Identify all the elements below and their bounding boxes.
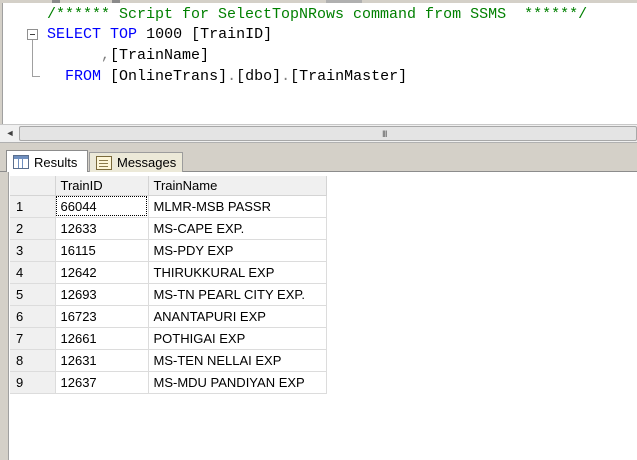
cell-trainname[interactable]: MS-TN PEARL CITY EXP.	[148, 283, 327, 306]
top-count: 1000	[146, 26, 183, 43]
row-number[interactable]: 1	[10, 195, 56, 218]
table-row[interactable]: 3 16115 MS-PDY EXP	[10, 239, 327, 262]
table-row[interactable]: 9 12637 MS-MDU PANDIYAN EXP	[10, 371, 327, 394]
scroll-left-arrow-icon[interactable]: ◄	[2, 125, 18, 142]
row-number[interactable]: 4	[10, 261, 56, 284]
outline-line	[32, 76, 40, 77]
editor-left-margin	[0, 3, 3, 124]
cell-trainname[interactable]: MS-MDU PANDIYAN EXP	[148, 371, 327, 394]
cell-trainname[interactable]: POTHIGAI EXP	[148, 327, 327, 350]
sql-editor[interactable]: /****** Script for SelectTopNRows comman…	[0, 0, 637, 124]
cell-trainid[interactable]: 12633	[55, 217, 149, 240]
messages-icon	[96, 155, 112, 170]
tab-results-label: Results	[34, 154, 78, 170]
comment-line: /****** Script for SelectTopNRows comman…	[47, 6, 588, 23]
cell-trainid[interactable]: 12693	[55, 283, 149, 306]
cell-trainname[interactable]: MS-CAPE EXP.	[148, 217, 327, 240]
results-pane: TrainID TrainName 1 66044 MLMR-MSB PASSR…	[0, 172, 637, 460]
dot: .	[281, 68, 291, 85]
results-grid: TrainID TrainName 1 66044 MLMR-MSB PASSR…	[10, 176, 327, 394]
row-number[interactable]: 2	[10, 217, 56, 240]
keyword-select: SELECT	[47, 26, 102, 43]
cell-trainname[interactable]: MLMR-MSB PASSR	[148, 195, 327, 218]
schema-name: [dbo]	[236, 68, 282, 85]
tab-messages-label: Messages	[117, 155, 177, 170]
table-name: [TrainMaster]	[290, 68, 408, 85]
column-header-trainname[interactable]: TrainName	[148, 176, 327, 196]
keyword-top: TOP	[110, 26, 138, 43]
grid-icon	[13, 155, 29, 169]
scrollbar-grip-icon: III	[382, 129, 387, 139]
collapse-toggle-icon[interactable]	[27, 29, 38, 40]
horizontal-scrollbar[interactable]: ◄ III	[0, 124, 637, 142]
column-trainid: [TrainID]	[191, 26, 273, 43]
row-number-header[interactable]	[10, 176, 56, 196]
cell-trainname[interactable]: THIRUKKURAL EXP	[148, 261, 327, 284]
grid-header-row: TrainID TrainName	[10, 176, 327, 196]
column-trainname: [TrainName]	[110, 47, 210, 64]
table-row[interactable]: 6 16723 ANANTAPURI EXP	[10, 305, 327, 328]
table-row[interactable]: 5 12693 MS-TN PEARL CITY EXP.	[10, 283, 327, 306]
row-number[interactable]: 6	[10, 305, 56, 328]
keyword-from: FROM	[65, 68, 102, 85]
results-tab-strip: Results Messages	[0, 148, 637, 173]
tab-fragment	[326, 0, 362, 3]
column-header-trainid[interactable]: TrainID	[55, 176, 149, 196]
cell-trainid[interactable]: 12661	[55, 327, 149, 350]
row-number[interactable]: 5	[10, 283, 56, 306]
comma: ,	[101, 47, 111, 64]
cell-trainname[interactable]: ANANTAPURI EXP	[148, 305, 327, 328]
cell-trainid[interactable]: 12631	[55, 349, 149, 372]
tab-messages[interactable]: Messages	[89, 152, 183, 172]
table-row[interactable]: 8 12631 MS-TEN NELLAI EXP	[10, 349, 327, 372]
table-row[interactable]: 2 12633 MS-CAPE EXP.	[10, 217, 327, 240]
cell-trainid[interactable]: 12637	[55, 371, 149, 394]
cell-trainid[interactable]: 66044	[55, 195, 149, 218]
cell-trainid[interactable]: 12642	[55, 261, 149, 284]
editor-top-strip	[0, 0, 637, 3]
table-row[interactable]: 1 66044 MLMR-MSB PASSR	[10, 195, 327, 218]
sql-line-select: SELECT TOP 1000 [TrainID]	[47, 25, 272, 45]
row-number[interactable]: 8	[10, 349, 56, 372]
cell-trainid[interactable]: 16115	[55, 239, 149, 262]
outline-line	[32, 40, 33, 76]
cell-trainname[interactable]: MS-PDY EXP	[148, 239, 327, 262]
results-left-margin	[0, 172, 9, 460]
tab-fragment	[112, 0, 120, 3]
row-number[interactable]: 3	[10, 239, 56, 262]
table-row[interactable]: 7 12661 POTHIGAI EXP	[10, 327, 327, 350]
row-number[interactable]: 7	[10, 327, 56, 350]
row-number[interactable]: 9	[10, 371, 56, 394]
database-name: [OnlineTrans]	[110, 68, 228, 85]
tab-results[interactable]: Results	[6, 150, 88, 173]
cell-trainname[interactable]: MS-TEN NELLAI EXP	[148, 349, 327, 372]
table-row[interactable]: 4 12642 THIRUKKURAL EXP	[10, 261, 327, 284]
cell-trainid[interactable]: 16723	[55, 305, 149, 328]
scrollbar-thumb[interactable]: III	[19, 126, 637, 141]
sql-line-from: FROM [OnlineTrans].[dbo].[TrainMaster]	[47, 67, 407, 87]
dot: .	[227, 68, 237, 85]
tab-fragment	[52, 0, 60, 3]
sql-line-column: ,[TrainName]	[47, 46, 209, 66]
